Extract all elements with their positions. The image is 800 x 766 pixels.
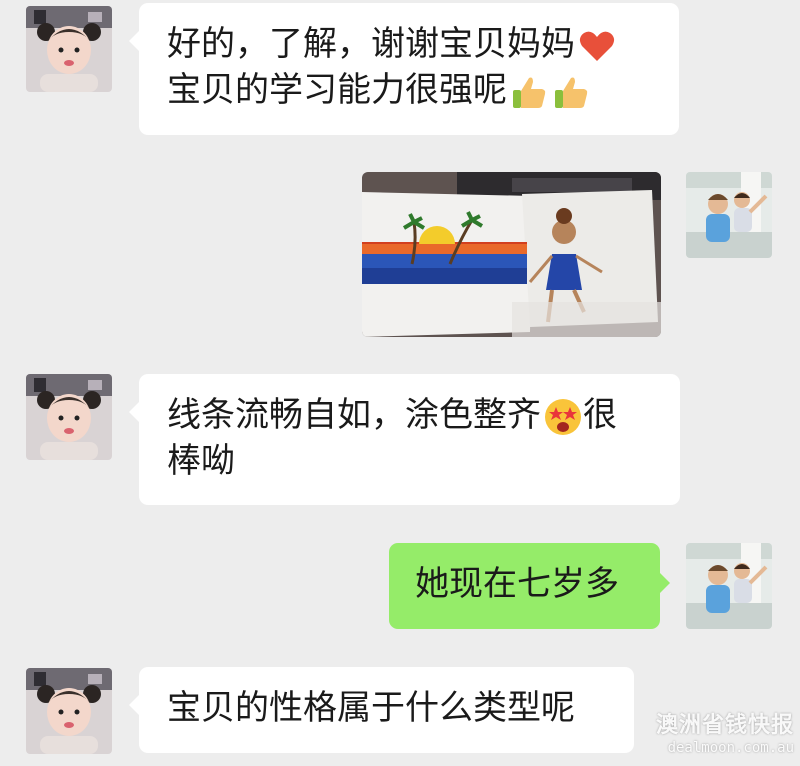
watermark-url: dealmoon.com.au <box>667 740 794 756</box>
message-bubble[interactable]: 线条流畅自如，涂色整齐 很 棒呦 <box>129 374 680 505</box>
message-bubble[interactable]: 她现在七岁多 <box>389 543 670 629</box>
message-text: 她现在七岁多 <box>415 564 619 604</box>
my-avatar[interactable] <box>686 172 772 258</box>
message-text: 很 <box>583 395 617 435</box>
message-bubble[interactable]: 好的，了解，谢谢宝贝妈妈 宝贝的学习能力很强呢 <box>129 3 679 135</box>
my-avatar[interactable] <box>686 543 772 629</box>
contact-avatar[interactable] <box>26 6 112 92</box>
chat-image[interactable] <box>362 172 661 337</box>
watermark: 澳洲省钱快报 dealmoon.com.au <box>656 712 794 756</box>
message-text: 线条流畅自如，涂色整齐 <box>167 395 541 435</box>
starstruck-face-emoji <box>543 397 583 437</box>
thumbs-up-emoji <box>509 72 549 112</box>
watermark-title: 澳洲省钱快报 <box>655 713 794 738</box>
contact-avatar[interactable] <box>26 668 112 754</box>
contact-avatar[interactable] <box>26 374 112 460</box>
message-text: 棒呦 <box>167 441 235 481</box>
message-text: 好的，了解，谢谢宝贝妈妈 <box>167 24 575 64</box>
heart-emoji <box>577 26 617 66</box>
message-bubble[interactable]: 宝贝的性格属于什么类型呢 <box>129 667 634 753</box>
message-text: 宝贝的学习能力很强呢 <box>167 70 507 110</box>
thumbs-up-emoji <box>551 72 591 112</box>
message-text: 宝贝的性格属于什么类型呢 <box>167 688 575 728</box>
